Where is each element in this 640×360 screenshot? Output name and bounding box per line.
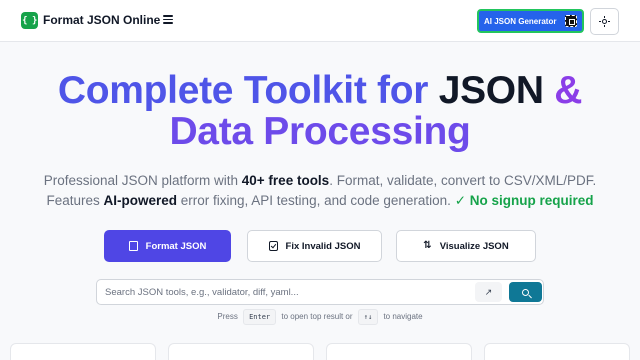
- checkbox-icon: [268, 241, 278, 251]
- open-result-arrow-icon[interactable]: ↗: [475, 282, 502, 302]
- hero-title: Complete Toolkit for JSON & Data Process…: [0, 70, 640, 152]
- top-header: { } Format JSON Online AI JSON Generator: [0, 0, 640, 42]
- keyboard-hint: Press Enter to open top result or ↑↓ to …: [0, 309, 640, 325]
- chip-icon: [565, 15, 577, 27]
- hero-title-amp: &: [543, 69, 583, 112]
- fix-invalid-json-label: Fix Invalid JSON: [285, 240, 361, 252]
- tool-search-bar: ↗: [96, 279, 544, 305]
- brand-title[interactable]: Format JSON Online: [43, 13, 160, 27]
- hero-title-json: JSON: [438, 69, 544, 112]
- hero-subtitle: Professional JSON platform with 40+ free…: [0, 171, 640, 211]
- search-input[interactable]: [105, 284, 465, 301]
- hero-title-line2: Data Processing: [169, 110, 471, 153]
- hint-mid: to open top result or: [281, 312, 353, 321]
- subtitle-bold-ai: AI-powered: [103, 193, 178, 208]
- swap-arrows-icon: ⇅: [423, 240, 432, 251]
- hint-press: Press: [217, 312, 238, 321]
- theme-toggle-button[interactable]: [590, 8, 619, 35]
- search-icon: [522, 288, 529, 296]
- visualize-json-button[interactable]: ⇅ Visualize JSON: [396, 230, 536, 262]
- subtitle-text-3: Features: [46, 193, 104, 208]
- search-button[interactable]: [509, 282, 542, 302]
- subtitle-bold-tools: 40+ free tools: [241, 173, 330, 188]
- tool-card[interactable]: [10, 343, 156, 360]
- tool-card[interactable]: [326, 343, 472, 360]
- hero-title-part1: Complete Toolkit for: [57, 69, 439, 112]
- format-json-label: Format JSON: [145, 240, 207, 252]
- fix-invalid-json-button[interactable]: Fix Invalid JSON: [247, 230, 382, 262]
- hint-end: to navigate: [383, 312, 423, 321]
- subtitle-text-4: error fixing, API testing, and code gene…: [177, 193, 455, 208]
- subtitle-text-2: . Format, validate, convert to CSV/XML/P…: [329, 173, 597, 188]
- no-signup-badge: ✓ No signup required: [454, 193, 594, 208]
- ai-json-generator-button[interactable]: AI JSON Generator: [477, 9, 584, 33]
- logo-icon[interactable]: { }: [21, 12, 38, 29]
- hamburger-menu-icon[interactable]: [163, 15, 173, 24]
- visualize-json-label: Visualize JSON: [439, 240, 509, 252]
- subtitle-text-1: Professional JSON platform with: [43, 173, 242, 188]
- tool-card[interactable]: [168, 343, 314, 360]
- ai-button-label: AI JSON Generator: [484, 16, 557, 26]
- format-json-button[interactable]: Format JSON: [104, 230, 231, 262]
- sun-icon: [599, 16, 610, 27]
- arrow-keys-badge: ↑↓: [357, 309, 379, 325]
- document-icon: [128, 241, 138, 251]
- enter-key-badge: Enter: [243, 309, 277, 325]
- tool-card[interactable]: [484, 343, 630, 360]
